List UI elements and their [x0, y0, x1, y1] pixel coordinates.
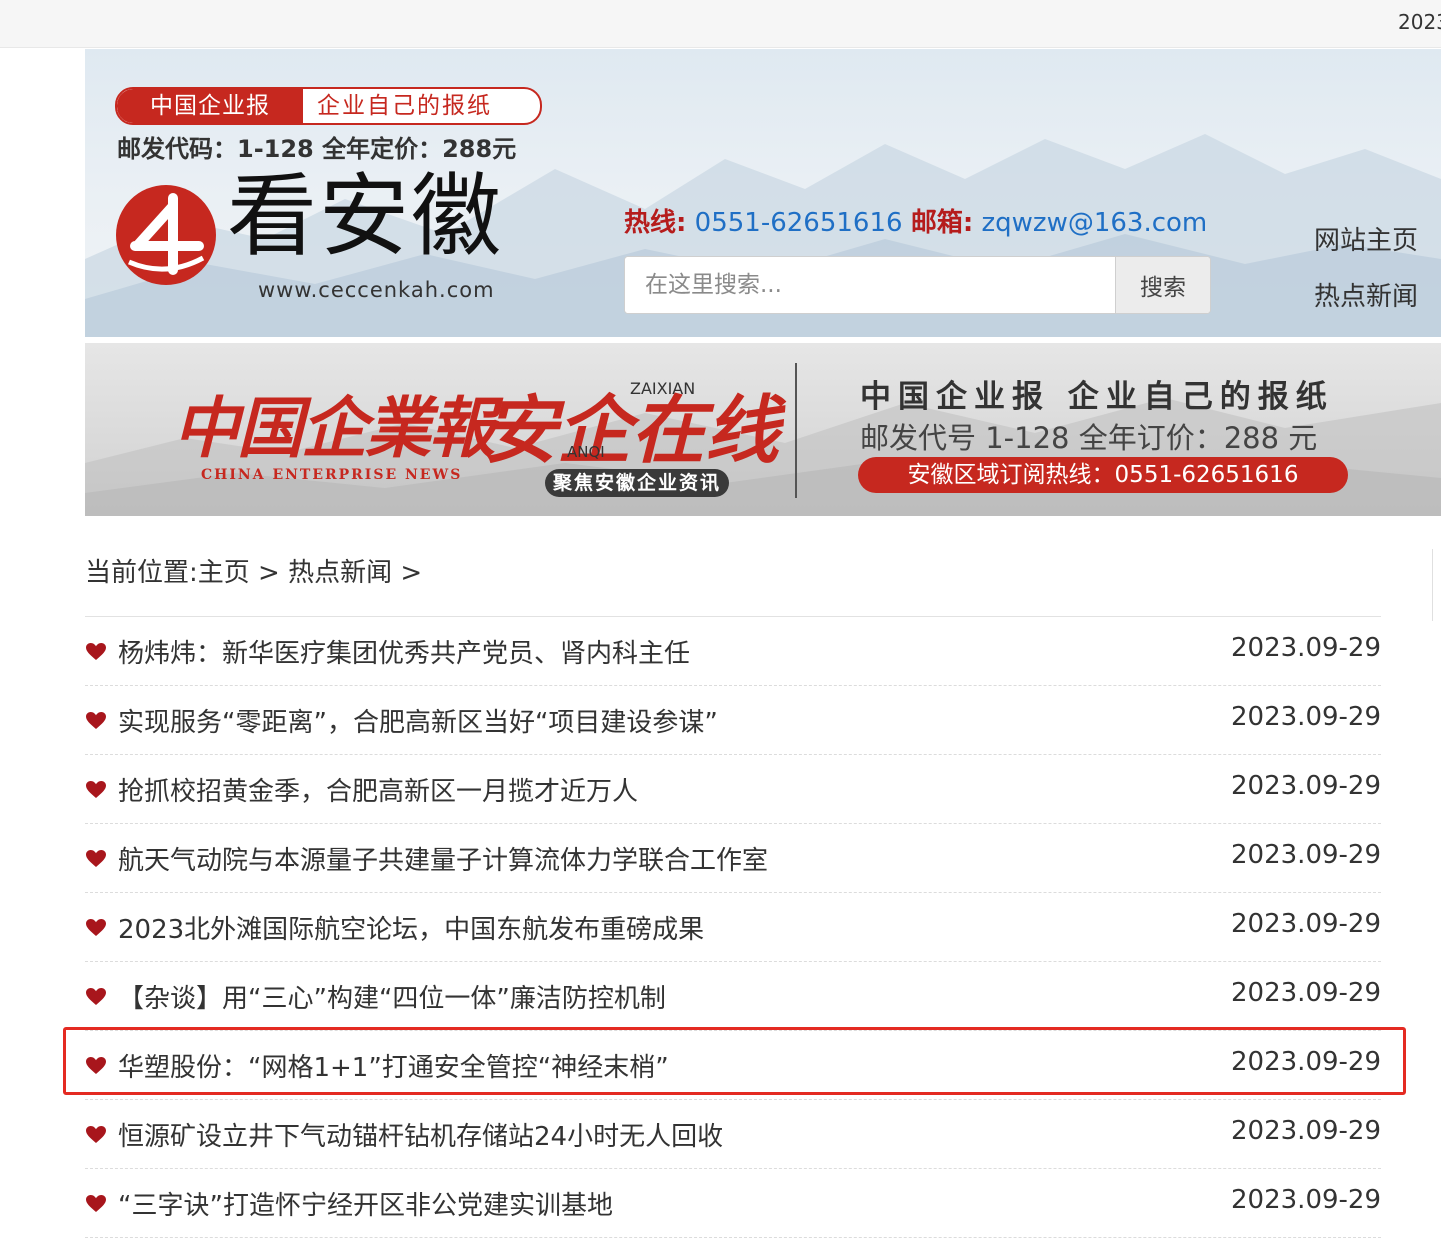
banner-calligraphy-title: 中国企業報 [173, 389, 495, 467]
article-date: 2023.09-29 [1231, 771, 1381, 801]
site-header: 中国企业报 企业自己的报纸 邮发代码：1-128 全年定价：288元 看安徽 w… [85, 49, 1441, 337]
nav-home-link[interactable]: 网站主页 [1314, 221, 1418, 277]
top-bar: 2023 [0, 0, 1441, 48]
article-row: 实现服务“零距离”，合肥高新区当好“项目建设参谋” 2023.09-29 [85, 686, 1381, 755]
kan-anhui-logo-icon[interactable] [115, 184, 217, 286]
heart-icon [86, 850, 106, 867]
article-row: 杨炜炜：新华医疗集团优秀共产党员、肾内科主任 2023.09-29 [85, 617, 1381, 686]
breadcrumb-separator: > [392, 558, 423, 588]
article-row: 航天气动院与本源量子共建量子计算流体力学联合工作室 2023.09-29 [85, 824, 1381, 893]
breadcrumb-prefix: 当前位置: [85, 558, 198, 588]
heart-icon [86, 712, 106, 729]
article-date: 2023.09-29 [1231, 633, 1381, 663]
slogan-tagline: 企业自己的报纸 [317, 93, 492, 119]
header-nav: 网站主页 热点新闻 [1314, 221, 1418, 333]
heart-icon [86, 988, 106, 1005]
heart-icon [86, 1126, 106, 1143]
banner-english-title: CHINA ENTERPRISE NEWS [201, 467, 463, 483]
search-button[interactable]: 搜索 [1115, 257, 1210, 313]
banner-hotline: 安徽区域订阅热线：0551-62651616 [858, 457, 1348, 493]
logo-url: www.ceccenkah.com [258, 278, 495, 302]
logo-text[interactable]: 看安徽 [227, 167, 503, 267]
article-row: 2023北外滩国际航空论坛，中国东航发布重磅成果 2023.09-29 [85, 893, 1381, 962]
search-box: 搜索 [624, 256, 1211, 314]
highlight-box [63, 1027, 1406, 1095]
heart-icon [86, 781, 106, 798]
article-date: 2023.09-29 [1231, 1185, 1381, 1215]
hotline-value[interactable]: 0551-62651616 [695, 208, 903, 238]
breadcrumb: 当前位置:主页 > 热点新闻 > [85, 552, 422, 589]
nav-hot-news-link[interactable]: 热点新闻 [1314, 277, 1418, 333]
article-list: 杨炜炜：新华医疗集团优秀共产党员、肾内科主任 2023.09-29 实现服务“零… [85, 617, 1381, 1238]
heart-icon [86, 643, 106, 660]
slogan-pill: 中国企业报 企业自己的报纸 [115, 87, 542, 125]
breadcrumb-home-link[interactable]: 主页 [198, 558, 250, 588]
article-date: 2023.09-29 [1231, 840, 1381, 870]
contact-info: 热线: 0551-62651616 邮箱: zqwzw@163.com [624, 202, 1207, 239]
hotline-label: 热线: [624, 208, 687, 238]
heart-icon [86, 1195, 106, 1212]
sidebar-edge [1432, 549, 1441, 621]
article-date: 2023.09-29 [1231, 1116, 1381, 1146]
email-value[interactable]: zqwzw@163.com [982, 208, 1208, 238]
article-title-link[interactable]: 2023北外滩国际航空论坛，中国东航发布重磅成果 [118, 909, 704, 946]
banner-slogan: 中国企业报 企业自己的报纸 [860, 379, 1334, 415]
article-title-link[interactable]: 恒源矿设立井下气动锚杆钻机存储站24小时无人回收 [118, 1116, 723, 1153]
article-title-link[interactable]: 杨炜炜：新华医疗集团优秀共产党员、肾内科主任 [118, 633, 690, 670]
postal-info: 邮发代码：1-128 全年定价：288元 [117, 135, 517, 163]
banner-anqi-label: ANQI [567, 443, 605, 461]
breadcrumb-section-link[interactable]: 热点新闻 [288, 558, 392, 588]
search-input[interactable] [625, 257, 1115, 313]
banner-postal-info: 邮发代号 1-128 全年订价：288 元 [860, 421, 1318, 455]
banner-focus-badge: 聚焦安徽企业资讯 [545, 469, 730, 497]
article-title-link[interactable]: 抢抓校招黄金季，合肥高新区一月揽才近万人 [118, 771, 638, 808]
article-row: 抢抓校招黄金季，合肥高新区一月揽才近万人 2023.09-29 [85, 755, 1381, 824]
breadcrumb-separator: > [249, 558, 289, 588]
top-date: 2023 [1398, 10, 1441, 34]
article-row: 【杂谈】用“三心”构建“四位一体”廉洁防控机制 2023.09-29 [85, 962, 1381, 1031]
article-date: 2023.09-29 [1231, 978, 1381, 1008]
slogan-brand: 中国企业报 [117, 89, 303, 123]
article-title-link[interactable]: “三字诀”打造怀宁经开区非公党建实训基地 [118, 1185, 613, 1222]
email-label: 邮箱: [910, 208, 974, 238]
article-title-link[interactable]: 【杂谈】用“三心”构建“四位一体”廉洁防控机制 [118, 978, 666, 1015]
article-row: 恒源矿设立井下气动锚杆钻机存储站24小时无人回收 2023.09-29 [85, 1100, 1381, 1169]
promo-banner[interactable]: 中国企業報 CHINA ENTERPRISE NEWS 安企在线 ZAIXIAN… [85, 343, 1441, 516]
heart-icon [86, 919, 106, 936]
article-title-link[interactable]: 实现服务“零距离”，合肥高新区当好“项目建设参谋” [118, 702, 718, 739]
banner-divider [795, 363, 797, 498]
article-date: 2023.09-29 [1231, 909, 1381, 939]
article-date: 2023.09-29 [1231, 702, 1381, 732]
banner-zaixian-label: ZAIXIAN [630, 379, 696, 398]
article-title-link[interactable]: 航天气动院与本源量子共建量子计算流体力学联合工作室 [118, 840, 768, 877]
